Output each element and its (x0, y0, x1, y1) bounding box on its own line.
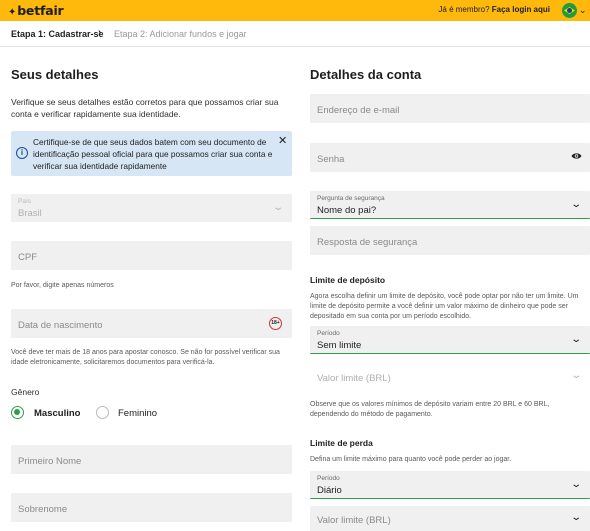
deposit-limit-title: Limite de depósito (310, 275, 386, 285)
close-icon[interactable]: ✕ (278, 134, 287, 147)
country-label: País (18, 198, 32, 205)
betfair-logo[interactable]: ✦betfair (8, 3, 64, 18)
chevron-right-icon: › (98, 27, 102, 38)
info-icon: i (16, 147, 28, 159)
dob-input[interactable]: Data de nascimento 18+ (11, 309, 292, 338)
password-placeholder: Senha (317, 154, 345, 165)
deposit-period-select[interactable]: Período Sem limite ⌄ (310, 326, 590, 354)
cpf-placeholder: CPF (18, 252, 37, 263)
gender-male-radio[interactable] (11, 406, 24, 419)
chevron-down-icon: ⌄ (569, 479, 582, 490)
eye-icon[interactable] (571, 152, 582, 160)
cpf-input[interactable]: CPF (11, 241, 292, 270)
security-answer-input[interactable]: Resposta de segurança (310, 226, 590, 255)
chevron-down-icon: ⌄ (569, 334, 582, 345)
details-title: Seus detalhes (11, 67, 99, 82)
gender-female-label[interactable]: Feminino (118, 408, 157, 419)
security-answer-placeholder: Resposta de segurança (317, 237, 418, 248)
deposit-note: Observe que os valores mínimos de depósi… (310, 401, 550, 418)
chevron-down-icon: ⌄ (271, 202, 284, 213)
step-2-label: Etapa 2: Adicionar fundos e jogar (114, 29, 247, 39)
first-name-input[interactable]: Primeiro Nome (11, 445, 292, 474)
chevron-down-icon: ⌄ (569, 199, 582, 210)
email-input[interactable]: Endereço de e-mail (310, 94, 590, 123)
info-text: Certifique-se de que seus dados batem co… (33, 137, 273, 171)
steps-breadcrumb: Etapa 1: Cadastrar-se › Etapa 2: Adicion… (0, 21, 590, 47)
details-intro: Verifique se seus detalhes estão correto… (11, 97, 279, 119)
age-18-icon: 18+ (269, 317, 282, 330)
loss-limit-title: Limite de perda (310, 438, 373, 448)
email-placeholder: Endereço de e-mail (317, 105, 400, 116)
logo-diamond-icon: ✦ (8, 7, 17, 18)
chevron-down-icon: ⌄ (569, 370, 582, 381)
loss-amount-placeholder: Valor limite (BRL) (317, 515, 391, 526)
step-1-label: Etapa 1: Cadastrar-se (11, 29, 104, 39)
surname-input[interactable]: Sobrenome (11, 493, 292, 522)
loss-period-value: Diário (317, 485, 342, 496)
surname-placeholder: Sobrenome (18, 504, 68, 515)
deposit-period-value: Sem limite (317, 340, 362, 351)
loss-period-select[interactable]: Período Diário ⌄ (310, 471, 590, 499)
country-value: Brasil (18, 208, 42, 219)
dob-hint: Você deve ter mais de 18 anos para apost… (11, 349, 280, 366)
member-prompt: Já é membro? Faça login aqui (438, 5, 550, 14)
deposit-limit-text: Agora escolha definir um limite de depós… (310, 293, 579, 320)
brazil-flag-icon[interactable] (562, 3, 577, 18)
gender-label: Gênero (11, 387, 40, 397)
login-link[interactable]: Faça login aqui (492, 5, 550, 14)
password-input[interactable]: Senha (310, 143, 590, 172)
account-title: Detalhes da conta (310, 67, 422, 82)
loss-limit-text: Defina um limite máximo para quanto você… (310, 456, 512, 463)
first-name-placeholder: Primeiro Nome (18, 456, 82, 467)
gender-female-radio[interactable] (96, 406, 109, 419)
dob-placeholder: Data de nascimento (18, 320, 103, 331)
loss-period-label: Período (317, 475, 340, 482)
chevron-down-icon: ⌄ (569, 512, 582, 523)
loss-amount-select[interactable]: Valor limite (BRL) ⌄ (310, 506, 590, 531)
deposit-amount-select: Valor limite (BRL) ⌄ (310, 362, 590, 390)
security-question-label: Pergunta de segurança (317, 195, 385, 202)
chevron-down-icon[interactable]: ⌄ (579, 5, 587, 16)
info-box: i Certifique-se de que seus dados batem … (11, 131, 292, 176)
security-question-select[interactable]: Pergunta de segurança Nome do pai? ⌄ (310, 191, 590, 219)
security-question-value: Nome do pai? (317, 205, 377, 216)
cpf-hint: Por favor, digite apenas números (11, 282, 114, 289)
top-bar: ✦betfair Já é membro? Faça login aqui ⌄ (0, 0, 590, 21)
gender-male-label[interactable]: Masculino (34, 408, 80, 419)
country-select: País Brasil ⌄ (11, 194, 292, 222)
deposit-amount-placeholder: Valor limite (BRL) (317, 373, 391, 384)
deposit-period-label: Período (317, 330, 340, 337)
